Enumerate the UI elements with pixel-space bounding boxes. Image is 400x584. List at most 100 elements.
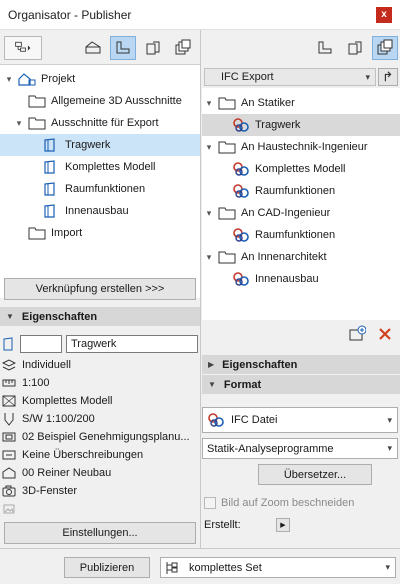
tree-item-projekt[interactable]: ▾ Projekt xyxy=(4,68,198,90)
format-header[interactable]: ▼ Format xyxy=(202,375,400,394)
chevron-down-icon: ▼ xyxy=(208,380,216,389)
property-row[interactable]: S/W 1:100/200 xyxy=(2,410,95,428)
property-row[interactable]: 1:100 xyxy=(2,374,50,392)
translator-button[interactable]: Übersetzer... xyxy=(258,464,372,485)
tree-item-label: An Statiker xyxy=(241,97,295,109)
pen-icon xyxy=(2,412,16,426)
publish-set-select[interactable]: komplettes Set ▾ xyxy=(160,557,396,578)
chevron-down-icon[interactable]: ▾ xyxy=(14,118,24,129)
tree-item-komplettes[interactable]: Komplettes Modell xyxy=(0,156,200,178)
chevron-down-icon: ▾ xyxy=(387,443,392,453)
tree-item-import[interactable]: Import xyxy=(4,222,198,244)
publish-button[interactable]: Publizieren xyxy=(64,557,150,578)
view-3d-icon xyxy=(42,203,60,219)
section-title: Eigenschaften xyxy=(21,310,98,323)
tree-item-label: Komplettes Modell xyxy=(65,161,156,173)
chevron-down-icon[interactable]: ▾ xyxy=(204,142,214,153)
property-label: 00 Reiner Neubau xyxy=(22,467,112,479)
publisher-sets-icon xyxy=(175,39,191,55)
translator-select[interactable]: Statik-Analyseprogramme ▾ xyxy=(202,438,398,459)
link-button[interactable]: Verknüpfung erstellen >>> xyxy=(4,278,196,300)
created-label: Erstellt: xyxy=(204,519,241,531)
preview-row xyxy=(2,500,22,518)
publisher-sets-button[interactable] xyxy=(372,36,398,60)
property-label: S/W 1:100/200 xyxy=(22,413,95,425)
tree-item-ausschnitte[interactable]: ▾ Ausschnitte für Export xyxy=(4,112,198,134)
new-folder-button[interactable] xyxy=(344,322,370,346)
delete-button[interactable] xyxy=(372,322,398,346)
publish-set-icon xyxy=(165,561,179,575)
tree-item-komplettes[interactable]: Komplettes Modell xyxy=(202,158,400,180)
layout-book-button[interactable] xyxy=(342,36,368,60)
chevron-down-icon[interactable]: ▾ xyxy=(204,208,214,219)
tree-item-label: Projekt xyxy=(41,73,76,85)
view-3d-icon xyxy=(42,159,60,175)
tree-item-cad[interactable]: ▾ An CAD-Ingenieur xyxy=(204,202,398,224)
right-properties-header[interactable]: ▶ Eigenschaften xyxy=(202,355,400,374)
override-icon xyxy=(2,448,16,462)
tree-item-label: An CAD-Ingenieur xyxy=(241,207,331,219)
new-folder-icon xyxy=(349,325,366,341)
bottom-bar: Publizieren komplettes Set ▾ xyxy=(0,548,400,584)
tree-options-button[interactable] xyxy=(4,36,42,60)
project-map-button[interactable] xyxy=(80,36,106,60)
view-3d-icon xyxy=(42,181,60,197)
left-properties-header[interactable]: ▼ Eigenschaften xyxy=(0,307,200,326)
tree-item-tragwerk[interactable]: Tragwerk xyxy=(0,134,200,156)
tree-item-haustechnik[interactable]: ▾ An Haustechnik-Ingenieur xyxy=(204,136,398,158)
layout-book-button[interactable] xyxy=(140,36,166,60)
folder-icon xyxy=(218,249,236,265)
scale-icon xyxy=(2,376,16,390)
chevron-down-icon[interactable]: ▾ xyxy=(204,98,214,109)
structure-icon xyxy=(2,394,16,408)
property-row[interactable]: Individuell xyxy=(2,356,71,374)
chevron-down-icon[interactable]: ▾ xyxy=(204,252,214,263)
zoom-crop-row[interactable]: Bild auf Zoom beschneiden xyxy=(204,494,354,512)
tree-item-innenausbau[interactable]: Innenausbau xyxy=(202,268,400,290)
view-name-field[interactable]: Tragwerk xyxy=(66,335,198,353)
tree-item-label: Komplettes Modell xyxy=(255,163,346,175)
translator-value: Statik-Analyseprogramme xyxy=(207,442,334,455)
up-button[interactable] xyxy=(378,68,398,86)
tree-item-innenarchitekt[interactable]: ▾ An Innenarchitekt xyxy=(204,246,398,268)
tree-item-tragwerk[interactable]: Tragwerk xyxy=(202,114,400,136)
publisher-sets-icon xyxy=(377,39,393,55)
publisher-set-select[interactable]: IFC Export ▾ xyxy=(204,68,376,86)
created-row: Erstellt: xyxy=(204,516,241,534)
settings-button[interactable]: Einstellungen... xyxy=(4,522,196,544)
view-id-field[interactable] xyxy=(20,335,62,353)
layers-icon xyxy=(2,358,16,372)
window-title: Organisator - Publisher xyxy=(8,8,132,22)
left-toolbar xyxy=(0,30,201,64)
model-view-icon xyxy=(2,430,16,444)
tree-item-label: Ausschnitte für Export xyxy=(51,117,159,129)
chevron-down-icon[interactable]: ▾ xyxy=(4,74,14,85)
created-expand-button[interactable]: ▶ xyxy=(276,518,290,532)
tree-item-innenausbau[interactable]: Innenausbau xyxy=(0,200,200,222)
property-row[interactable]: 00 Reiner Neubau xyxy=(2,464,111,482)
property-row[interactable]: Komplettes Modell xyxy=(2,392,113,410)
view-map-button[interactable] xyxy=(312,36,338,60)
view-map-button[interactable] xyxy=(110,36,136,60)
property-row[interactable]: Keine Überschreibungen xyxy=(2,446,143,464)
folder-views-icon xyxy=(318,41,332,54)
property-row[interactable]: 3D-Fenster xyxy=(2,482,77,500)
tree-item-label: Raumfunktionen xyxy=(255,229,336,241)
format-select[interactable]: IFC Datei ▾ xyxy=(202,407,398,433)
publish-set-value: komplettes Set xyxy=(189,561,262,574)
tree-item-raumfunktionen[interactable]: Raumfunktionen xyxy=(202,180,400,202)
publisher-sets-button[interactable] xyxy=(170,36,196,60)
renovation-icon xyxy=(2,466,16,480)
tree-item-statiker[interactable]: ▾ An Statiker xyxy=(204,92,398,114)
ifc-icon xyxy=(232,227,250,243)
ifc-icon xyxy=(232,117,250,133)
tree-item-raumfunktionen-cad[interactable]: Raumfunktionen xyxy=(202,224,400,246)
tree-item-allgemeine[interactable]: Allgemeine 3D Ausschnitte xyxy=(4,90,198,112)
close-button[interactable]: x xyxy=(376,7,392,23)
zoom-crop-checkbox[interactable] xyxy=(204,497,216,509)
view-3d-icon xyxy=(42,137,60,153)
project-icon xyxy=(18,71,36,87)
view-3d-icon xyxy=(2,337,16,351)
property-row[interactable]: 02 Beispiel Genehmigungsplanu... xyxy=(2,428,190,446)
tree-item-raumfunktionen[interactable]: Raumfunktionen xyxy=(0,178,200,200)
